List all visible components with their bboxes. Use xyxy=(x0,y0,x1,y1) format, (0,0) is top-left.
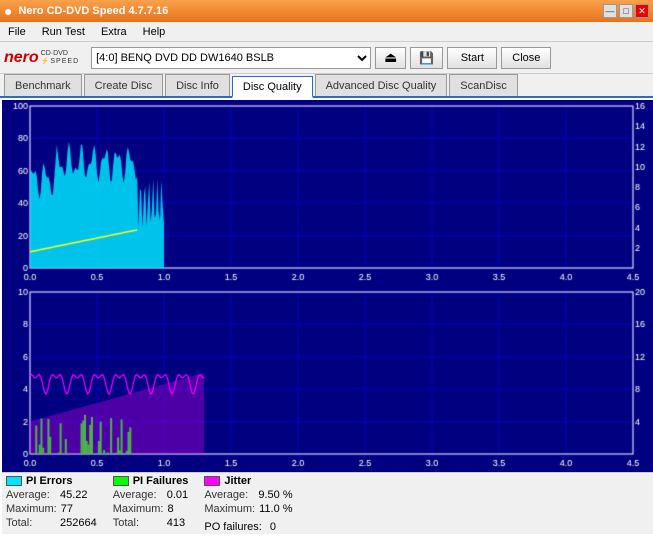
tab-disc-info[interactable]: Disc Info xyxy=(165,74,230,96)
pi-avg-value: 45.22 xyxy=(60,489,88,501)
jitter-max-value: 11.0 % xyxy=(259,503,292,515)
pif-total-value: 413 xyxy=(167,517,185,529)
menu-bar: File Run Test Extra Help xyxy=(0,22,653,42)
menu-extra[interactable]: Extra xyxy=(97,24,131,40)
eject-button[interactable]: ⏏ xyxy=(375,47,406,69)
legend-area: PI Errors Average: 45.22 Maximum: 77 Tot… xyxy=(2,472,653,534)
po-failures-value: 0 xyxy=(270,521,276,533)
save-button[interactable]: 💾 xyxy=(410,47,443,69)
pi-errors-chart xyxy=(2,100,653,288)
pi-failures-swatch xyxy=(113,476,129,486)
title-bar-text: Nero CD-DVD Speed 4.7.7.16 xyxy=(18,5,168,17)
po-failures-label: PO failures: xyxy=(204,521,261,533)
menu-run-test[interactable]: Run Test xyxy=(38,24,89,40)
pi-failures-title: PI Failures xyxy=(133,475,189,487)
tab-create-disc[interactable]: Create Disc xyxy=(84,74,163,96)
drive-selector[interactable]: [4:0] BENQ DVD DD DW1640 BSLB xyxy=(91,47,371,69)
pif-avg-label: Average: xyxy=(113,489,163,501)
close-window-button[interactable]: ✕ xyxy=(635,4,649,18)
chart-area: PI Errors Average: 45.22 Maximum: 77 Tot… xyxy=(0,98,653,536)
jitter-swatch xyxy=(204,476,220,486)
title-bar: ● Nero CD-DVD Speed 4.7.7.16 — □ ✕ xyxy=(0,0,653,22)
jitter-title: Jitter xyxy=(224,475,251,487)
jitter-avg-value: 9.50 % xyxy=(258,489,292,501)
toolbar: nero CD·DVD ⚡SPEED [4:0] BENQ DVD DD DW1… xyxy=(0,42,653,74)
menu-file[interactable]: File xyxy=(4,24,30,40)
pif-max-value: 8 xyxy=(167,503,173,515)
main-content: PI Errors Average: 45.22 Maximum: 77 Tot… xyxy=(0,98,653,536)
tab-scandisc[interactable]: ScanDisc xyxy=(449,74,517,96)
tab-disc-quality[interactable]: Disc Quality xyxy=(232,76,313,98)
pi-total-label: Total: xyxy=(6,517,56,529)
close-button[interactable]: Close xyxy=(501,47,551,69)
pif-total-label: Total: xyxy=(113,517,163,529)
pi-failures-chart xyxy=(2,288,653,472)
pi-total-value: 252664 xyxy=(60,517,97,529)
pi-errors-swatch xyxy=(6,476,22,486)
jitter-legend: Jitter Average: 9.50 % Maximum: 11.0 % P… xyxy=(204,475,292,532)
tab-bar: Benchmark Create Disc Disc Info Disc Qua… xyxy=(0,74,653,98)
pi-errors-title: PI Errors xyxy=(26,475,72,487)
pi-max-value: 77 xyxy=(61,503,73,515)
pi-failures-legend: PI Failures Average: 0.01 Maximum: 8 Tot… xyxy=(113,475,189,532)
start-button[interactable]: Start xyxy=(447,47,497,69)
jitter-max-label: Maximum: xyxy=(204,503,255,515)
pif-max-label: Maximum: xyxy=(113,503,164,515)
tab-advanced-disc-quality[interactable]: Advanced Disc Quality xyxy=(315,74,448,96)
minimize-button[interactable]: — xyxy=(603,4,617,18)
tab-benchmark[interactable]: Benchmark xyxy=(4,74,82,96)
maximize-button[interactable]: □ xyxy=(619,4,633,18)
nero-logo: nero CD·DVD ⚡SPEED xyxy=(4,49,79,67)
pi-avg-label: Average: xyxy=(6,489,56,501)
pif-avg-value: 0.01 xyxy=(167,489,188,501)
jitter-avg-label: Average: xyxy=(204,489,254,501)
pi-errors-legend: PI Errors Average: 45.22 Maximum: 77 Tot… xyxy=(6,475,97,532)
pi-max-label: Maximum: xyxy=(6,503,57,515)
menu-help[interactable]: Help xyxy=(139,24,170,40)
